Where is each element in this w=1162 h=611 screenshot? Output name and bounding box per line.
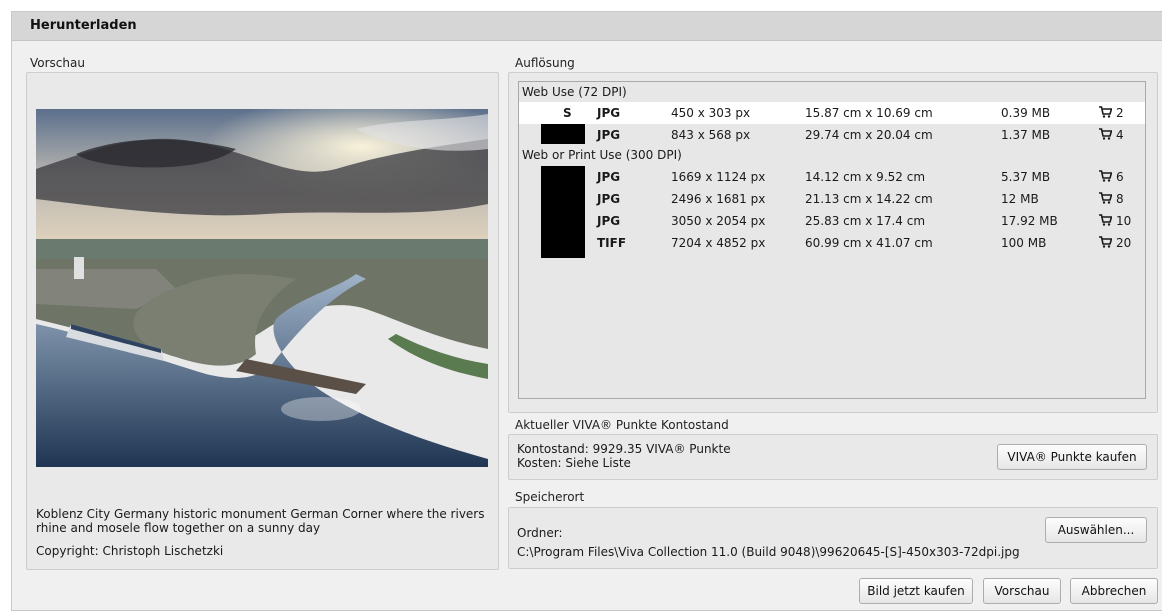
cost-points: 8 — [1099, 188, 1124, 210]
resolution-row[interactable]: JPG 3050 x 2054 px 25.83 cm x 17.4 cm 17.92… — [519, 210, 1145, 232]
shopping-cart-icon — [1099, 128, 1116, 142]
pixel-dimensions: 1669 x 1124 px — [671, 170, 766, 184]
preview-label: Vorschau — [30, 56, 85, 70]
shopping-cart-icon — [1099, 236, 1116, 250]
pixel-dimensions: 3050 x 2054 px — [671, 214, 766, 228]
choose-folder-button[interactable]: Auswählen... — [1045, 517, 1147, 543]
title-bar: Herunterladen — [12, 12, 1162, 41]
file-size: 5.37 MB — [1001, 170, 1051, 184]
koblenz-photo — [36, 109, 488, 467]
cost-points: 6 — [1099, 166, 1124, 188]
preview-image — [36, 109, 488, 467]
folder-path: C:\Program Files\Viva Collection 11.0 (B… — [517, 545, 1020, 559]
cancel-button[interactable]: Abbrechen — [1070, 578, 1158, 604]
group-header-print: Web or Print Use (300 DPI) — [522, 148, 682, 162]
cost-points: 20 — [1099, 232, 1131, 254]
storage-label: Speicherort — [515, 490, 585, 504]
file-size: 0.39 MB — [1001, 106, 1051, 120]
cost-points: 4 — [1099, 124, 1124, 146]
resolution-row[interactable]: JPG 1669 x 1124 px 14.12 cm x 9.52 cm 5.37 … — [519, 166, 1145, 188]
resolution-row[interactable]: S JPG 450 x 303 px 15.87 cm x 10.69 cm 0.39 … — [519, 102, 1145, 124]
file-format: JPG — [597, 106, 621, 120]
file-format: JPG — [597, 192, 621, 206]
preview-panel: Koblenz City Germany historic monument G… — [26, 72, 499, 570]
points-value: 2 — [1116, 106, 1124, 120]
account-cost: Kosten: Siehe Liste — [517, 456, 631, 470]
points-value: 10 — [1116, 214, 1132, 228]
pixel-dimensions: 450 x 303 px — [671, 106, 751, 120]
image-caption: Koblenz City Germany historic monument G… — [36, 507, 485, 535]
file-size: 1.37 MB — [1001, 128, 1051, 142]
file-size: 100 MB — [1001, 236, 1047, 250]
file-format: JPG — [597, 214, 621, 228]
cost-points: 10 — [1099, 210, 1131, 232]
shopping-cart-icon — [1099, 192, 1116, 206]
account-label: Aktueller VIVA® Punkte Kontostand — [515, 418, 729, 432]
storage-panel: Ordner: C:\Program Files\Viva Collection… — [508, 507, 1158, 569]
shopping-cart-icon — [1099, 170, 1116, 184]
pixel-dimensions: 2496 x 1681 px — [671, 192, 766, 206]
file-format: JPG — [597, 128, 621, 142]
resolution-row[interactable]: TIFF 7204 x 4852 px 60.99 cm x 41.07 cm 100… — [519, 232, 1145, 254]
image-copyright: Copyright: Christoph Lischetzki — [36, 544, 224, 558]
cm-dimensions: 15.87 cm x 10.69 cm — [805, 106, 933, 120]
account-balance: Kontostand: 9929.35 VIVA® Punkte — [517, 442, 731, 456]
cost-points: 2 — [1099, 102, 1124, 124]
cm-dimensions: 60.99 cm x 41.07 cm — [805, 236, 933, 250]
cm-dimensions: 21.13 cm x 14.22 cm — [805, 192, 933, 206]
file-size: 17.92 MB — [1001, 214, 1058, 228]
file-size: 12 MB — [1001, 192, 1039, 206]
shopping-cart-icon — [1099, 106, 1116, 120]
window-title: Herunterladen — [30, 18, 137, 33]
pixel-dimensions: 7204 x 4852 px — [671, 236, 766, 250]
cm-dimensions: 14.12 cm x 9.52 cm — [805, 170, 926, 184]
download-dialog: Herunterladen Vorschau Koblenz City Germ… — [11, 11, 1162, 611]
group-header-web: Web Use (72 DPI) — [522, 85, 627, 99]
buy-now-button[interactable]: Bild jetzt kaufen — [859, 578, 973, 604]
resolution-label: Auflösung — [515, 56, 575, 70]
account-panel: Kontostand: 9929.35 VIVA® Punkte Kosten:… — [508, 434, 1158, 480]
points-value: 6 — [1116, 170, 1124, 184]
points-value: 8 — [1116, 192, 1124, 206]
cm-dimensions: 29.74 cm x 20.04 cm — [805, 128, 933, 142]
file-format: JPG — [597, 170, 621, 184]
resolution-list[interactable]: TIFF 7204 x 4852 px 60.99 cm x 41.07 cm 100… — [518, 81, 1146, 399]
resolution-row[interactable]: JPG 843 x 568 px 29.74 cm x 20.04 cm 1.37 M… — [519, 124, 1145, 146]
resolution-panel: TIFF 7204 x 4852 px 60.99 cm x 41.07 cm 100… — [508, 72, 1158, 413]
cm-dimensions: 25.83 cm x 17.4 cm — [805, 214, 926, 228]
shopping-cart-icon — [1099, 214, 1116, 228]
resolution-row[interactable]: JPG 2496 x 1681 px 21.13 cm x 14.22 cm 12 M… — [519, 188, 1145, 210]
preview-button[interactable]: Vorschau — [983, 578, 1061, 604]
buy-points-button[interactable]: VIVA® Punkte kaufen — [997, 444, 1147, 470]
points-value: 4 — [1116, 128, 1124, 142]
file-format: TIFF — [597, 236, 627, 250]
folder-label: Ordner: — [517, 526, 563, 540]
points-value: 20 — [1116, 236, 1132, 250]
redacted-size-labels — [541, 166, 585, 258]
size-code: S — [563, 106, 572, 120]
pixel-dimensions: 843 x 568 px — [671, 128, 751, 142]
redacted-size-label — [541, 124, 585, 144]
